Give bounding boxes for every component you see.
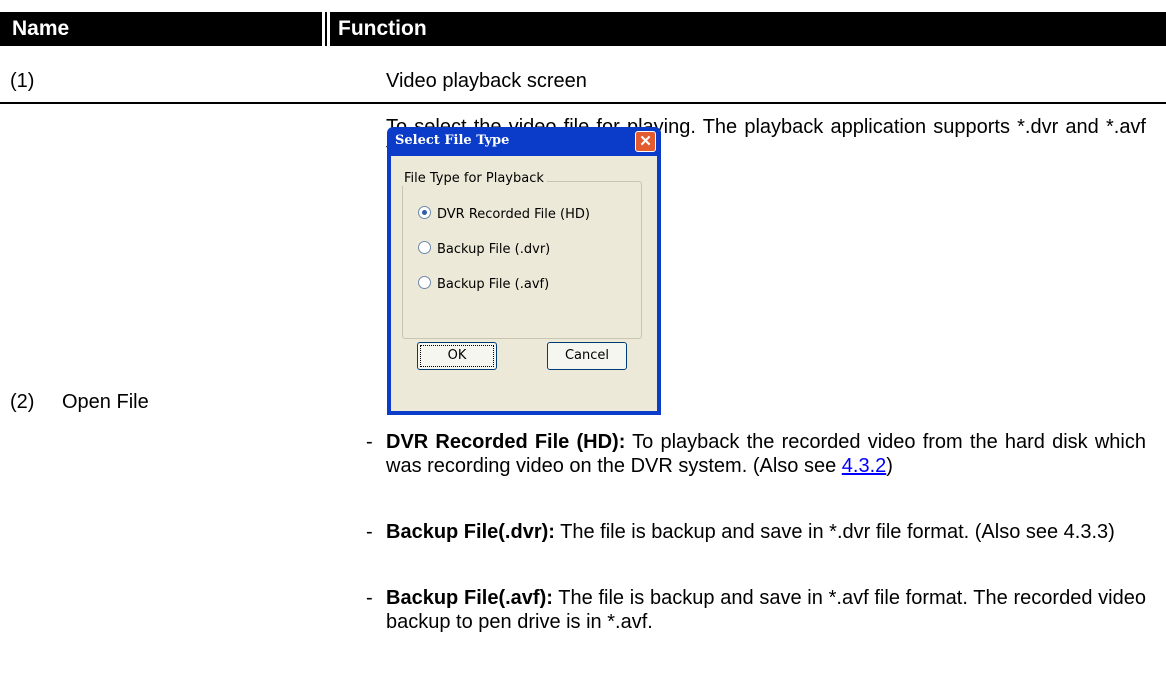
radio-label: Backup File (.dvr) bbox=[437, 242, 551, 257]
cancel-button[interactable]: Cancel bbox=[547, 342, 627, 370]
radio-option-dvr-hd[interactable]: DVR Recorded File (HD) bbox=[418, 206, 590, 222]
radio-option-backup-dvr[interactable]: Backup File (.dvr) bbox=[418, 241, 550, 257]
bullet-term: DVR Recorded File (HD): bbox=[386, 431, 626, 453]
dialog-title: Select File Type bbox=[395, 133, 510, 148]
radio-label: DVR Recorded File (HD) bbox=[437, 207, 590, 222]
bullet-text: The file is backup and save in *.dvr fil… bbox=[554, 521, 1115, 543]
radio-selected-icon[interactable] bbox=[418, 206, 431, 219]
close-icon[interactable]: ✕ bbox=[635, 131, 656, 152]
select-file-type-dialog: Select File Type ✕ File Type for Playbac… bbox=[387, 127, 661, 415]
section-link[interactable]: 4.3.2 bbox=[842, 455, 886, 477]
row-divider bbox=[0, 102, 1166, 104]
dialog-body: File Type for Playback DVR Recorded File… bbox=[391, 156, 657, 411]
bullet-dash: - bbox=[366, 587, 373, 609]
radio-label: Backup File (.avf) bbox=[437, 277, 550, 292]
header-separator bbox=[322, 12, 330, 46]
row-2-name: Open File bbox=[62, 391, 149, 413]
bullet-text-end: ) bbox=[886, 455, 893, 477]
radio-icon[interactable] bbox=[418, 241, 431, 254]
row-1-description: Video playback screen bbox=[386, 70, 587, 92]
bullet-backup-avf: - Backup File(.avf): The file is backup a… bbox=[366, 586, 1146, 634]
column-header-name: Name bbox=[0, 12, 322, 46]
bullet-dash: - bbox=[366, 521, 373, 543]
bullet-backup-dvr: - Backup File(.dvr): The file is backup a… bbox=[366, 520, 1146, 544]
file-type-group bbox=[402, 181, 642, 339]
group-label: File Type for Playback bbox=[401, 171, 547, 186]
radio-icon[interactable] bbox=[418, 276, 431, 289]
bullet-term: Backup File(.avf): bbox=[386, 587, 553, 609]
bullet-term: Backup File(.dvr): bbox=[386, 521, 555, 543]
bullet-dvr-recorded: - DVR Recorded File (HD): To playback the… bbox=[366, 430, 1146, 478]
radio-option-backup-avf[interactable]: Backup File (.avf) bbox=[418, 276, 549, 292]
bullet-dash: - bbox=[366, 431, 373, 453]
row-1-number: (1) bbox=[10, 70, 35, 92]
ok-button[interactable]: OK bbox=[417, 342, 497, 370]
row-2-number: (2) bbox=[10, 391, 35, 413]
column-header-function: Function bbox=[330, 12, 1166, 46]
